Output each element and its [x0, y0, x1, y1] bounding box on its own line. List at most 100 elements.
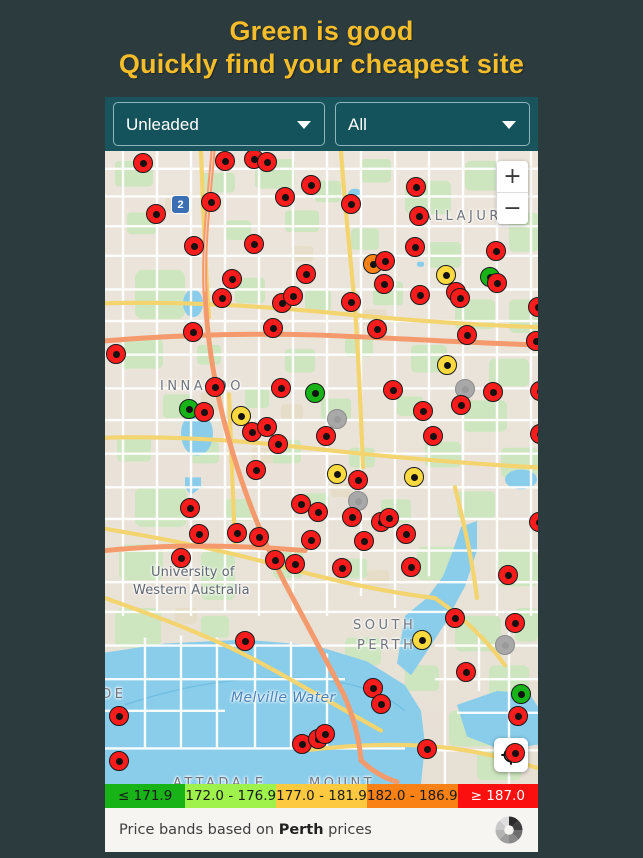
station-marker[interactable]	[315, 724, 335, 744]
station-marker[interactable]	[227, 523, 247, 543]
station-marker[interactable]	[456, 662, 476, 682]
station-marker[interactable]	[246, 460, 266, 480]
station-marker[interactable]	[249, 527, 269, 547]
station-marker[interactable]	[511, 684, 531, 704]
map-zoom-controls[interactable]: + −	[497, 161, 528, 224]
caption-prefix: Price bands based on	[119, 822, 279, 838]
station-marker[interactable]	[257, 152, 277, 172]
station-marker[interactable]	[379, 508, 399, 528]
station-marker[interactable]	[265, 550, 285, 570]
station-marker[interactable]	[342, 507, 362, 527]
station-marker[interactable]	[235, 631, 255, 651]
station-marker[interactable]	[451, 395, 471, 415]
station-marker[interactable]	[205, 377, 225, 397]
legend-band: ≤ 171.9	[105, 784, 186, 808]
station-marker[interactable]	[146, 204, 166, 224]
station-marker[interactable]	[215, 151, 235, 171]
highway-shield-2: 2	[171, 195, 190, 214]
station-marker[interactable]	[327, 464, 347, 484]
station-marker[interactable]	[487, 273, 507, 293]
station-marker[interactable]	[301, 175, 321, 195]
station-marker[interactable]	[348, 470, 368, 490]
chevron-down-icon	[502, 121, 516, 129]
map-panel: Unleaded All BALLAJURA INNALOO Universit…	[105, 97, 538, 852]
page-header: Green is good Quickly find your cheapest…	[0, 0, 643, 96]
station-marker[interactable]	[201, 192, 221, 212]
station-marker[interactable]	[296, 264, 316, 284]
station-marker[interactable]	[106, 344, 126, 364]
station-marker[interactable]	[383, 380, 403, 400]
station-marker[interactable]	[189, 524, 209, 544]
price-band-caption: Price bands based on Perth prices	[119, 822, 494, 838]
station-marker[interactable]	[305, 383, 325, 403]
station-marker[interactable]	[409, 206, 429, 226]
station-marker[interactable]	[371, 694, 391, 714]
station-marker[interactable]	[184, 236, 204, 256]
station-marker[interactable]	[437, 355, 457, 375]
station-marker[interactable]	[412, 630, 432, 650]
station-marker[interactable]	[194, 402, 214, 422]
station-marker[interactable]	[222, 269, 242, 289]
station-marker[interactable]	[354, 531, 374, 551]
station-marker[interactable]	[109, 751, 129, 771]
station-marker[interactable]	[450, 288, 470, 308]
station-marker[interactable]	[332, 558, 352, 578]
station-marker[interactable]	[367, 319, 387, 339]
station-marker[interactable]	[508, 706, 528, 726]
brand-filter-selected-value: All	[348, 115, 367, 133]
station-marker[interactable]	[417, 739, 437, 759]
station-marker[interactable]	[410, 285, 430, 305]
station-marker[interactable]	[268, 434, 288, 454]
station-marker[interactable]	[423, 426, 443, 446]
zoom-in-button[interactable]: +	[497, 161, 528, 192]
station-marker[interactable]	[374, 274, 394, 294]
legend-band: ≥ 187.0	[457, 784, 538, 808]
station-marker[interactable]	[285, 554, 305, 574]
legend-band: 177.0 - 181.9	[276, 784, 367, 808]
station-marker[interactable]	[183, 322, 203, 342]
station-marker[interactable]	[171, 548, 191, 568]
station-marker[interactable]	[495, 635, 515, 655]
legend-band: 172.0 - 176.9	[185, 784, 277, 808]
station-marker[interactable]	[483, 382, 503, 402]
station-marker[interactable]	[316, 426, 336, 446]
legend-band: 182.0 - 186.9	[366, 784, 458, 808]
app-root: Green is good Quickly find your cheapest…	[0, 0, 643, 858]
station-marker[interactable]	[406, 177, 426, 197]
loading-spinner-icon	[495, 816, 523, 844]
station-marker[interactable]	[457, 325, 477, 345]
station-marker[interactable]	[405, 237, 425, 257]
station-marker[interactable]	[301, 530, 321, 550]
station-marker[interactable]	[308, 502, 328, 522]
station-marker[interactable]	[244, 234, 264, 254]
zoom-out-button[interactable]: −	[497, 193, 528, 224]
brand-filter-dropdown[interactable]: All	[335, 102, 530, 146]
station-marker[interactable]	[396, 524, 416, 544]
station-marker[interactable]	[180, 498, 200, 518]
station-marker[interactable]	[283, 286, 303, 306]
station-marker[interactable]	[212, 288, 232, 308]
station-marker[interactable]	[271, 378, 291, 398]
station-marker[interactable]	[486, 241, 506, 261]
fuel-price-map[interactable]: BALLAJURA INNALOO University of Western …	[105, 151, 538, 784]
station-marker[interactable]	[109, 706, 129, 726]
station-marker[interactable]	[341, 194, 361, 214]
legend-footer: Price bands based on Perth prices	[105, 808, 538, 852]
caption-city: Perth	[278, 822, 324, 838]
headline-primary: Green is good	[229, 16, 414, 46]
station-marker[interactable]	[133, 153, 153, 173]
station-marker[interactable]	[413, 401, 433, 421]
station-marker[interactable]	[505, 743, 525, 763]
station-marker[interactable]	[275, 187, 295, 207]
station-marker[interactable]	[263, 318, 283, 338]
station-marker[interactable]	[375, 251, 395, 271]
caption-suffix: prices	[323, 822, 372, 838]
filter-bar: Unleaded All	[105, 97, 538, 151]
station-marker[interactable]	[404, 467, 424, 487]
station-marker[interactable]	[498, 565, 518, 585]
fuel-type-dropdown[interactable]: Unleaded	[113, 102, 325, 146]
station-marker[interactable]	[505, 613, 525, 633]
station-marker[interactable]	[401, 557, 421, 577]
station-marker[interactable]	[445, 608, 465, 628]
station-marker[interactable]	[341, 292, 361, 312]
